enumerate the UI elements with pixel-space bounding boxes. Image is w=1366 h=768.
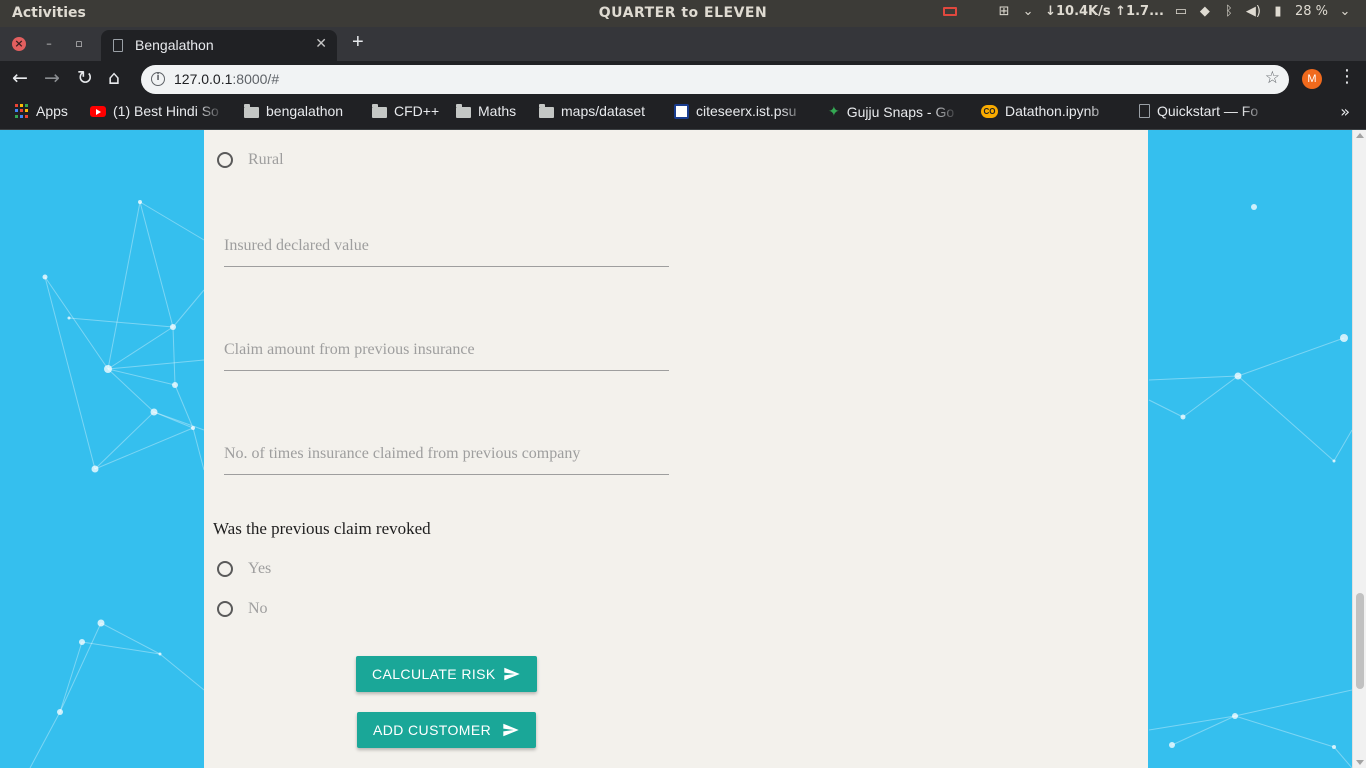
folder-icon <box>539 103 554 118</box>
claim-amount-field <box>224 331 669 371</box>
radio-label-rural: Rural <box>248 151 284 168</box>
youtube-icon <box>90 105 106 117</box>
reload-button[interactable]: ↻ <box>77 69 93 88</box>
bluetooth-icon[interactable]: ᛒ <box>1222 4 1236 19</box>
wifi-icon[interactable]: ◆ <box>1198 4 1212 19</box>
bookmark-folder-maths[interactable]: Maths <box>456 103 516 119</box>
page-viewport: Rural Was the previous claim revoked Yes… <box>0 130 1352 768</box>
site-info-icon[interactable]: i <box>151 72 165 86</box>
bookmarks-bar: Apps (1) Best Hindi So bengalathon CFD++… <box>0 97 1366 130</box>
scroll-down-arrow-icon[interactable] <box>1356 760 1364 765</box>
radio-area-rural[interactable]: Rural <box>217 151 284 169</box>
document-icon <box>1139 104 1150 118</box>
radio-label-yes: Yes <box>248 560 272 577</box>
profile-avatar[interactable]: M <box>1302 69 1322 89</box>
chevron-down-icon[interactable]: ⌄ <box>1021 4 1035 19</box>
screen-share-icon[interactable] <box>943 7 958 16</box>
tab-close-icon[interactable]: ✕ <box>315 36 327 52</box>
revoked-question-label: Was the previous claim revoked <box>213 519 431 538</box>
bookmark-gujju-snaps[interactable]: ✦ Gujju Snaps - Go <box>828 103 959 120</box>
send-icon <box>504 667 520 681</box>
colab-icon: CO <box>981 104 998 118</box>
window-restore-button[interactable]: ▫ <box>72 37 86 51</box>
bookmark-label: CFD++ <box>394 103 440 119</box>
radio-button[interactable] <box>217 601 233 617</box>
bookmark-apps[interactable]: Apps <box>15 103 68 119</box>
browser-toolbar: ← → ↻ ⌂ i 127.0.0.1:8000/# ☆ M ⋮ <box>0 61 1366 97</box>
back-button[interactable]: ← <box>12 69 28 88</box>
calculate-risk-label: CALCULATE RISK <box>372 666 496 682</box>
folder-icon <box>456 103 471 118</box>
bookmark-quickstart[interactable]: Quickstart — Fo <box>1139 103 1269 119</box>
bookmark-label: Quickstart — Fo <box>1157 103 1259 119</box>
customer-form-card: Rural Was the previous claim revoked Yes… <box>204 130 1148 768</box>
times-claimed-field <box>224 435 669 475</box>
bookmark-citeseerx[interactable]: citeseerx.ist.psu <box>674 103 808 119</box>
radio-label-no: No <box>248 600 268 617</box>
new-tab-button[interactable]: + <box>352 31 364 54</box>
network-monitor-icon[interactable]: ⊞ <box>997 4 1011 19</box>
browser-menu-icon[interactable]: ⋮ <box>1338 68 1356 86</box>
scrollbar-thumb[interactable] <box>1356 593 1364 689</box>
bookmark-youtube[interactable]: (1) Best Hindi So <box>90 103 225 119</box>
browser-tab-strip: × – ▫ Bengalathon ✕ + <box>0 27 1366 61</box>
bookmark-label: citeseerx.ist.psu <box>696 103 797 119</box>
bookmark-star-icon[interactable]: ☆ <box>1265 68 1280 88</box>
times-claimed-input[interactable] <box>224 435 669 473</box>
radio-button[interactable] <box>217 152 233 168</box>
browser-tab-active[interactable]: Bengalathon ✕ <box>101 30 337 61</box>
radio-button[interactable] <box>217 561 233 577</box>
bookmark-label: bengalathon <box>266 103 344 119</box>
system-menu-chevron-icon[interactable]: ⌄ <box>1338 4 1352 19</box>
folder-icon <box>244 103 259 118</box>
activities-button[interactable]: Activities <box>12 5 86 21</box>
page-favicon-icon <box>113 39 123 52</box>
bookmark-folder-bengalathon[interactable]: bengalathon <box>244 103 343 119</box>
address-url[interactable]: 127.0.0.1:8000/# <box>174 71 279 87</box>
bookmark-label: Datathon.ipynb <box>1005 103 1100 119</box>
radio-revoked-no[interactable]: No <box>217 600 268 618</box>
radio-revoked-yes[interactable]: Yes <box>217 560 271 578</box>
bookmark-folder-cfd[interactable]: CFD++ <box>372 103 439 119</box>
system-top-panel: Activities QUARTER to ELEVEN ⊞ ⌄ ↓10.4K/… <box>0 0 1366 27</box>
bookmark-label: maps/dataset <box>561 103 646 119</box>
page-scrollbar[interactable] <box>1352 130 1366 768</box>
add-customer-button[interactable]: ADD CUSTOMER <box>357 712 536 748</box>
bookmark-datathon[interactable]: CO Datathon.ipynb <box>981 103 1115 119</box>
system-tray: ⊞ ⌄ ↓10.4K/s ↑1.7... ▭ ◆ ᛒ ◀) ▮ 28 % ⌄ <box>943 4 1352 19</box>
claim-amount-input[interactable] <box>224 331 669 369</box>
cast-icon[interactable]: ▭ <box>1174 4 1188 19</box>
folder-icon <box>372 103 387 118</box>
pinwheel-icon: ✦ <box>828 103 840 119</box>
battery-percentage[interactable]: 28 % <box>1295 4 1328 19</box>
bookmark-label: Apps <box>36 103 68 119</box>
window-close-button[interactable]: × <box>12 37 26 51</box>
more-bookmarks-chevron-icon[interactable]: » <box>1340 102 1350 121</box>
window-minimize-button[interactable]: – <box>42 37 56 51</box>
battery-icon[interactable]: ▮ <box>1271 4 1285 19</box>
insured-declared-value-field <box>224 227 669 267</box>
network-speed[interactable]: ↓10.4K/s ↑1.7... <box>1045 4 1164 19</box>
volume-icon[interactable]: ◀) <box>1246 4 1261 19</box>
apps-grid-icon <box>15 104 29 118</box>
address-bar[interactable]: i 127.0.0.1:8000/# ☆ <box>141 65 1289 94</box>
calculate-risk-button[interactable]: CALCULATE RISK <box>356 656 537 692</box>
url-path: :8000/# <box>232 71 280 87</box>
insured-declared-value-input[interactable] <box>224 227 669 265</box>
add-customer-label: ADD CUSTOMER <box>373 722 492 738</box>
forward-button[interactable]: → <box>44 69 60 88</box>
home-button[interactable]: ⌂ <box>108 69 120 88</box>
tab-title: Bengalathon <box>135 37 214 53</box>
url-host: 127.0.0.1 <box>174 71 233 87</box>
bookmark-folder-maps-dataset[interactable]: maps/dataset <box>539 103 645 119</box>
citeseerx-icon <box>674 103 689 119</box>
bookmark-label: (1) Best Hindi So <box>113 103 219 119</box>
bookmark-label: Gujju Snaps - Go <box>846 103 955 120</box>
send-icon <box>503 723 519 737</box>
scroll-up-arrow-icon[interactable] <box>1356 133 1364 138</box>
bookmark-label: Maths <box>478 103 517 119</box>
